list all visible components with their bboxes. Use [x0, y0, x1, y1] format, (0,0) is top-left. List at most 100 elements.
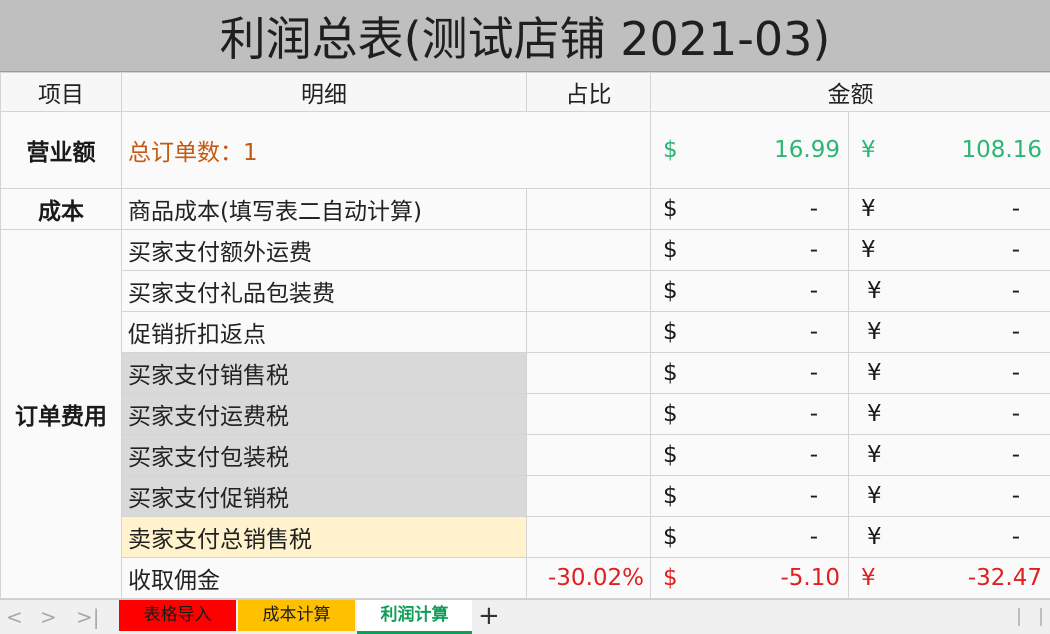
revenue-category[interactable]: 营业额	[1, 112, 122, 189]
fee-usd-cell[interactable]: $-	[651, 312, 849, 353]
fee-detail[interactable]: 买家支付礼品包装费	[122, 271, 527, 312]
order-count-cell[interactable]: 总订单数：1	[122, 112, 651, 189]
fee-detail[interactable]: 买家支付额外运费	[122, 230, 527, 271]
dollar-symbol: $	[663, 565, 678, 591]
fee-usd-cell[interactable]: $-	[651, 353, 849, 394]
dollar-symbol: $	[663, 319, 678, 345]
cost-ratio[interactable]	[527, 189, 651, 230]
fee-usd-value: -	[810, 237, 818, 263]
last-sheet-icon[interactable]: >|	[76, 600, 100, 634]
fee-usd-value: -	[810, 278, 818, 304]
revenue-usd-value: 16.99	[774, 137, 840, 163]
profit-table: 项目 明细 占比 金额 营业额 总订单数：1 $ 16.99 ¥ 108.16 …	[0, 72, 1050, 599]
order-count-label: 总订单数：	[128, 140, 243, 166]
tab-table-import[interactable]: 表格导入	[119, 600, 236, 631]
scrollbar-handle[interactable]	[1018, 608, 1020, 626]
cost-usd-value: -	[810, 196, 818, 222]
fee-ratio[interactable]	[527, 230, 651, 271]
order-count-value: 1	[243, 140, 258, 166]
yen-symbol: ¥	[861, 565, 876, 591]
fee-ratio[interactable]	[527, 476, 651, 517]
cost-cny-cell[interactable]: ¥ -	[849, 189, 1050, 230]
revenue-cny-value: 108.16	[962, 137, 1042, 163]
cost-cny-value: -	[1012, 196, 1020, 222]
cost-row: 成本 商品成本(填写表二自动计算) $ - ¥ -	[1, 189, 1050, 230]
fee-cny-value: -	[1012, 319, 1020, 345]
dollar-symbol: $	[663, 237, 678, 263]
fee-ratio[interactable]: -30.02%	[527, 558, 651, 599]
dollar-symbol: $	[663, 196, 678, 222]
table-row: 买家支付销售税 $- ¥-	[1, 353, 1050, 394]
yen-symbol: ¥	[867, 401, 882, 427]
fee-ratio[interactable]	[527, 353, 651, 394]
fee-detail[interactable]: 买家支付运费税	[122, 394, 527, 435]
fee-usd-value: -	[810, 483, 818, 509]
yen-symbol: ¥	[867, 360, 882, 386]
add-sheet-icon[interactable]: +	[478, 600, 500, 634]
next-sheet-icon[interactable]: >	[40, 600, 57, 634]
header-item[interactable]: 项目	[1, 73, 122, 112]
fee-ratio[interactable]	[527, 271, 651, 312]
fee-usd-cell[interactable]: $-	[651, 476, 849, 517]
fee-detail[interactable]: 促销折扣返点	[122, 312, 527, 353]
header-detail[interactable]: 明细	[122, 73, 527, 112]
fee-cny-cell[interactable]: ¥-	[849, 271, 1050, 312]
cost-category[interactable]: 成本	[1, 189, 122, 230]
dollar-symbol: $	[663, 137, 678, 163]
yen-symbol: ¥	[861, 137, 876, 163]
fee-detail[interactable]: 买家支付销售税	[122, 353, 527, 394]
fee-cny-value: -	[1012, 237, 1020, 263]
fee-cny-value: -	[1012, 524, 1020, 550]
revenue-row: 营业额 总订单数：1 $ 16.99 ¥ 108.16	[1, 112, 1050, 189]
fee-cny-cell[interactable]: ¥-	[849, 312, 1050, 353]
fee-ratio[interactable]	[527, 435, 651, 476]
fee-cny-cell[interactable]: ¥-	[849, 476, 1050, 517]
fee-usd-cell[interactable]: $-	[651, 230, 849, 271]
fee-cny-cell[interactable]: ¥-	[849, 394, 1050, 435]
fee-ratio[interactable]	[527, 517, 651, 558]
yen-symbol: ¥	[867, 524, 882, 550]
scrollbar-handle-right[interactable]	[1040, 608, 1042, 626]
fee-cny-cell[interactable]: ¥-	[849, 435, 1050, 476]
table-row: 买家支付礼品包装费 $- ¥-	[1, 271, 1050, 312]
fee-detail[interactable]: 买家支付包装税	[122, 435, 527, 476]
fee-cny-cell[interactable]: ¥-	[849, 353, 1050, 394]
dollar-symbol: $	[663, 442, 678, 468]
order-fees-category[interactable]: 订单费用	[1, 230, 122, 599]
fee-cny-cell[interactable]: ¥-	[849, 517, 1050, 558]
revenue-usd-cell[interactable]: $ 16.99	[651, 112, 849, 189]
dollar-symbol: $	[663, 360, 678, 386]
fee-cny-cell[interactable]: ¥-32.47	[849, 558, 1050, 599]
yen-symbol: ¥	[867, 278, 882, 304]
cost-detail[interactable]: 商品成本(填写表二自动计算)	[122, 189, 527, 230]
tab-cost-calc[interactable]: 成本计算	[238, 600, 355, 631]
yen-symbol: ¥	[867, 319, 882, 345]
fee-cny-value: -	[1012, 483, 1020, 509]
dollar-symbol: $	[663, 483, 678, 509]
fee-usd-cell[interactable]: $-5.10	[651, 558, 849, 599]
prev-sheet-icon[interactable]: <	[6, 600, 23, 634]
fee-cny-cell[interactable]: ¥-	[849, 230, 1050, 271]
fee-cny-value: -	[1012, 442, 1020, 468]
fee-ratio[interactable]	[527, 394, 651, 435]
fee-usd-value: -	[810, 360, 818, 386]
fee-usd-cell[interactable]: $-	[651, 394, 849, 435]
fee-usd-cell[interactable]: $-	[651, 517, 849, 558]
revenue-cny-cell[interactable]: ¥ 108.16	[849, 112, 1050, 189]
fee-usd-cell[interactable]: $-	[651, 271, 849, 312]
fee-detail[interactable]: 收取佣金	[122, 558, 527, 599]
cost-usd-cell[interactable]: $ -	[651, 189, 849, 230]
tab-profit-calc[interactable]: 利润计算	[357, 600, 472, 634]
fee-ratio[interactable]	[527, 312, 651, 353]
table-row: 卖家支付总销售税 $- ¥-	[1, 517, 1050, 558]
sheet-tab-bar: < > >| 表格导入 成本计算 利润计算 +	[0, 599, 1050, 634]
header-ratio[interactable]: 占比	[527, 73, 651, 112]
header-row: 项目 明细 占比 金额	[1, 73, 1050, 112]
fee-cny-value: -	[1012, 360, 1020, 386]
header-amount[interactable]: 金额	[651, 73, 1050, 112]
fee-detail[interactable]: 买家支付促销税	[122, 476, 527, 517]
fee-detail[interactable]: 卖家支付总销售税	[122, 517, 527, 558]
fee-usd-cell[interactable]: $-	[651, 435, 849, 476]
yen-symbol: ¥	[861, 196, 876, 222]
dollar-symbol: $	[663, 278, 678, 304]
